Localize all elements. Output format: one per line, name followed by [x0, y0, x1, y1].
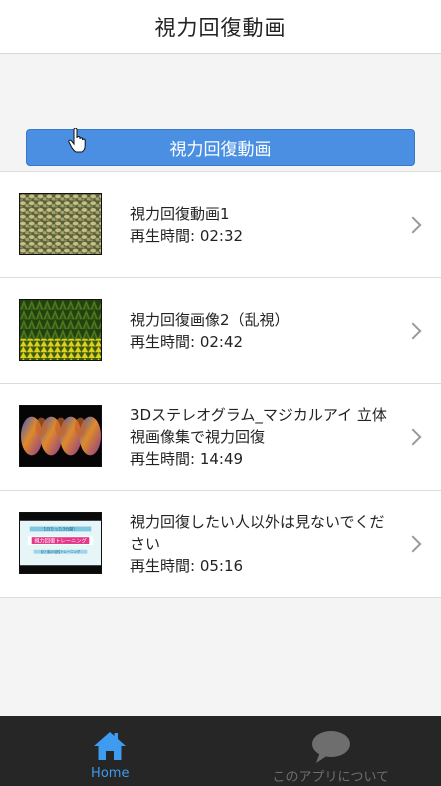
chevron-right-icon	[404, 216, 422, 233]
list-item-video-3[interactable]: 3Dステレオグラム_マジカルアイ 立体視画像集で視力回復 再生時間: 14:49	[0, 384, 441, 491]
thumb-banner-sub-text: 目と脳の活性トレーニング	[41, 549, 81, 554]
tab-bar: Home このアプリについて	[0, 716, 441, 786]
video-title: 視力回復動画1	[130, 204, 230, 223]
video-title: 視力回復画像2（乱視）	[130, 310, 290, 329]
list-item-video-1[interactable]: 視力回復動画1 再生時間: 02:32	[0, 172, 441, 278]
video-title: 視力回復したい人以外は見ないでください	[130, 513, 385, 553]
tab-home-label: Home	[91, 766, 130, 781]
tab-about[interactable]: このアプリについて	[221, 716, 441, 786]
hand-cursor-icon	[68, 128, 86, 153]
video-duration: 再生時間: 05:16	[130, 557, 244, 575]
chat-bubble-icon	[311, 731, 350, 763]
thumb-banner-main-text: 視力回復トレーニング	[34, 537, 87, 545]
tab-home[interactable]: Home	[0, 716, 221, 786]
video-thumbnail: 1日たった3分間！ 視力回復トレーニング 目と脳の活性トレーニング	[19, 512, 102, 574]
video-list: 視力回復動画1 再生時間: 02:32 視力回復画像2（乱視） 再生時間: 02…	[0, 171, 441, 598]
video-thumbnail	[19, 299, 102, 361]
video-duration: 再生時間: 14:49	[130, 450, 244, 468]
video-duration: 再生時間: 02:42	[130, 332, 244, 351]
list-item-video-2[interactable]: 視力回復画像2（乱視） 再生時間: 02:42	[0, 278, 441, 384]
chevron-right-icon	[404, 535, 422, 553]
chevron-right-icon	[404, 322, 422, 339]
home-icon	[94, 732, 127, 760]
list-item-text: 視力回復したい人以外は見ないでください 再生時間: 05:16	[130, 511, 389, 577]
thumb-banner-top-text: 1日たった3分間！	[44, 526, 78, 532]
list-item-video-4[interactable]: 1日たった3分間！ 視力回復トレーニング 目と脳の活性トレーニング 視力回復した…	[0, 491, 441, 598]
video-title: 3Dステレオグラム_マジカルアイ 立体視画像集で視力回復	[130, 406, 387, 446]
list-item-text: 視力回復動画1 再生時間: 02:32	[130, 203, 389, 247]
list-item-text: 3Dステレオグラム_マジカルアイ 立体視画像集で視力回復 再生時間: 14:49	[130, 404, 389, 470]
video-duration: 再生時間: 02:32	[130, 226, 244, 245]
video-thumbnail	[19, 193, 102, 255]
video-thumbnail	[19, 405, 102, 467]
tab-about-label: このアプリについて	[272, 770, 390, 785]
page-title: 視力回復動画	[154, 15, 287, 40]
list-item-text: 視力回復画像2（乱視） 再生時間: 02:42	[130, 309, 389, 353]
chevron-right-icon	[404, 428, 422, 446]
app-header: 視力回復動画	[0, 0, 441, 54]
